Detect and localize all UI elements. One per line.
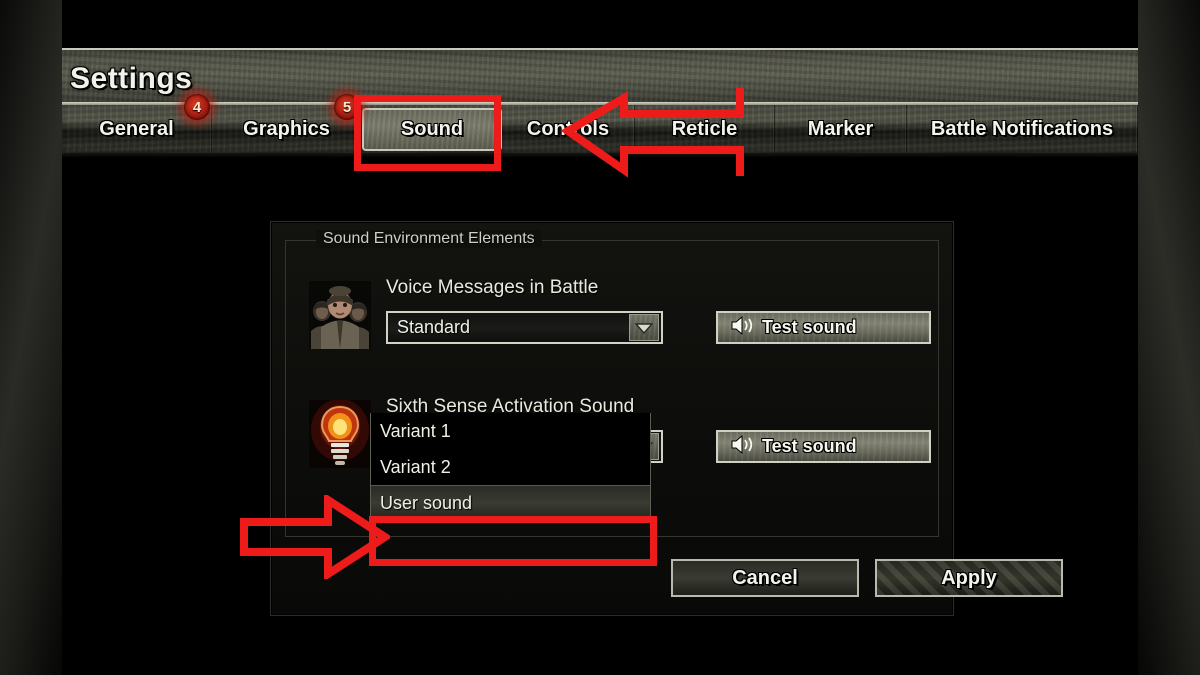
tab-marker[interactable]: Marker xyxy=(775,105,907,154)
option-variant-1-label: Variant 1 xyxy=(380,420,451,441)
option-variant-2[interactable]: Variant 2 xyxy=(371,449,650,485)
dropdown-voice-messages[interactable]: Standard xyxy=(386,311,663,344)
tab-general-label: General xyxy=(99,118,174,140)
group-title: Sound Environment Elements xyxy=(316,230,542,248)
dropdown-voice-messages-value: Standard xyxy=(397,317,471,337)
apply-button[interactable]: Apply xyxy=(875,559,1063,597)
test-sound-button-sixth-sense[interactable]: Test sound xyxy=(716,430,931,463)
lightbulb-icon xyxy=(309,399,371,468)
apply-button-label: Apply xyxy=(941,566,997,589)
step-badge-4: 4 xyxy=(184,94,210,120)
test-sound-button-sixth-sense-label: Test sound xyxy=(762,436,857,456)
option-variant-2-label: Variant 2 xyxy=(380,456,451,477)
setting-label-voice-messages: Voice Messages in Battle xyxy=(386,277,599,298)
tab-marker-label: Marker xyxy=(807,118,874,140)
page-title: Settings xyxy=(70,62,193,95)
step-badge-5-number: 5 xyxy=(342,98,352,116)
letterbox-left xyxy=(0,0,62,675)
cancel-button[interactable]: Cancel xyxy=(671,559,859,597)
cancel-button-label: Cancel xyxy=(732,566,798,589)
settings-content-area: Sound Environment Elements Voice Message… xyxy=(62,158,1138,675)
tab-controls-label: Controls xyxy=(526,118,610,140)
letterbox-right xyxy=(1138,0,1200,675)
step-badge-5: 5 xyxy=(334,94,360,120)
option-user-sound-label: User sound xyxy=(380,492,473,513)
tab-sound[interactable]: Sound xyxy=(362,108,502,151)
dropdown-sixth-sense-options: Variant 1 Variant 2 User sound xyxy=(370,413,651,522)
tab-reticle[interactable]: Reticle xyxy=(635,105,775,154)
option-user-sound[interactable]: User sound xyxy=(371,485,650,521)
test-sound-button-voice-messages-label: Test sound xyxy=(762,317,857,337)
tab-sound-label: Sound xyxy=(400,118,464,140)
test-sound-button-voice-messages[interactable]: Test sound xyxy=(716,311,931,344)
speaker-icon xyxy=(730,315,755,340)
screenshot-stage: Settings General Graphics Sound Controls… xyxy=(0,0,1200,675)
tab-battle-notifications-label: Battle Notifications xyxy=(930,118,1114,140)
tab-reticle-label: Reticle xyxy=(671,118,738,140)
tab-battle-notifications[interactable]: Battle Notifications xyxy=(907,105,1138,154)
setting-row-voice-messages: Voice Messages in Battle Standard Test s… xyxy=(286,277,938,377)
chevron-down-icon[interactable] xyxy=(629,314,659,341)
settings-tab-strip: General Graphics Sound Controls Reticle … xyxy=(62,105,1138,158)
option-variant-1[interactable]: Variant 1 xyxy=(371,413,650,449)
game-window: Settings General Graphics Sound Controls… xyxy=(62,0,1138,675)
soldiers-icon xyxy=(309,281,371,349)
tab-controls[interactable]: Controls xyxy=(502,105,635,154)
step-badge-4-number: 4 xyxy=(192,98,202,116)
speaker-icon xyxy=(730,434,755,459)
settings-header-bar xyxy=(62,48,1138,105)
tab-graphics-label: Graphics xyxy=(243,118,330,140)
